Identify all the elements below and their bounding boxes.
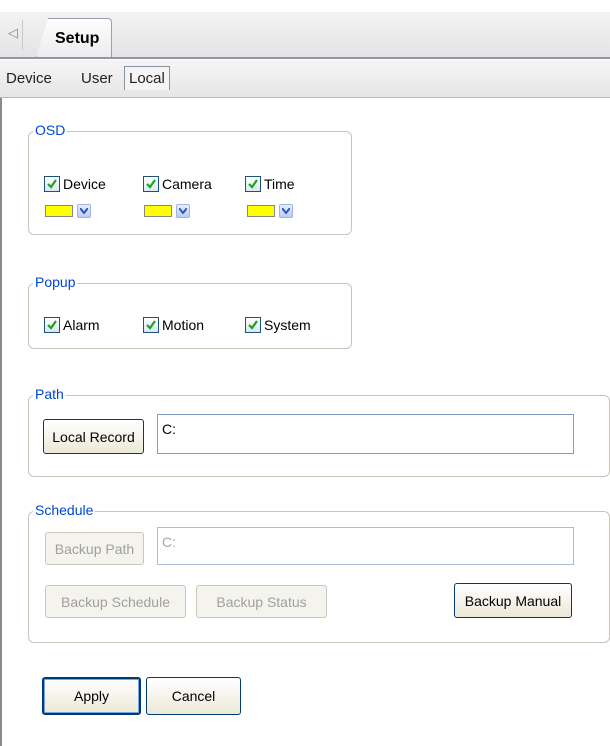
- tab-underline: [0, 57, 610, 59]
- osd-group: OSD Device Camera Time: [28, 122, 352, 235]
- chevron-down-icon: [176, 204, 190, 218]
- popup-motion-label: Motion: [162, 317, 205, 333]
- schedule-group-title: Schedule: [33, 502, 96, 518]
- osd-device-checkbox[interactable]: Device: [44, 176, 106, 192]
- subtab-user[interactable]: User: [81, 70, 113, 87]
- checkbox-checked-icon: [44, 317, 60, 333]
- osd-time-color-select[interactable]: [247, 203, 299, 219]
- divider: [22, 20, 23, 50]
- osd-time-label: Time: [264, 176, 295, 192]
- osd-camera-checkbox[interactable]: Camera: [143, 176, 212, 192]
- cancel-button[interactable]: Cancel: [146, 677, 241, 715]
- left-border: [0, 98, 2, 746]
- osd-device-color-select[interactable]: [45, 203, 97, 219]
- apply-button[interactable]: Apply: [42, 677, 141, 715]
- checkbox-checked-icon: [143, 176, 159, 192]
- local-record-button[interactable]: Local Record: [43, 419, 144, 454]
- color-swatch: [247, 205, 275, 217]
- osd-device-label: Device: [63, 176, 106, 192]
- path-group-title: Path: [33, 386, 66, 402]
- subtab-bar: Device User Local: [0, 60, 610, 98]
- tab-setup-label: Setup: [55, 30, 100, 47]
- osd-camera-color-select[interactable]: [144, 203, 196, 219]
- subtab-device[interactable]: Device: [6, 70, 52, 87]
- popup-group-title: Popup: [33, 274, 78, 290]
- top-tab-bar: ◁ Setup: [0, 12, 610, 59]
- chevron-down-icon: [77, 204, 91, 218]
- checkbox-checked-icon: [245, 176, 261, 192]
- color-swatch: [45, 205, 73, 217]
- chevron-down-icon: [279, 204, 293, 218]
- popup-alarm-label: Alarm: [63, 317, 100, 333]
- osd-time-checkbox[interactable]: Time: [245, 176, 295, 192]
- backup-status-button[interactable]: Backup Status: [196, 585, 327, 618]
- checkbox-checked-icon: [143, 317, 159, 333]
- tab-setup[interactable]: Setup: [36, 18, 112, 58]
- path-group: Path Local Record C:: [28, 386, 610, 477]
- local-record-path-field[interactable]: C:: [157, 414, 574, 454]
- popup-system-checkbox[interactable]: System: [245, 317, 311, 333]
- popup-alarm-checkbox[interactable]: Alarm: [44, 317, 100, 333]
- popup-group: Popup Alarm Motion System: [28, 274, 352, 349]
- backup-path-field[interactable]: C:: [157, 527, 574, 565]
- backup-manual-button[interactable]: Backup Manual: [454, 583, 572, 618]
- checkbox-checked-icon: [245, 317, 261, 333]
- osd-group-title: OSD: [33, 122, 68, 138]
- checkbox-checked-icon: [44, 176, 60, 192]
- popup-system-label: System: [264, 317, 311, 333]
- color-swatch: [144, 205, 172, 217]
- popup-motion-checkbox[interactable]: Motion: [143, 317, 204, 333]
- backup-schedule-button[interactable]: Backup Schedule: [45, 585, 186, 618]
- subtab-local[interactable]: Local: [124, 66, 170, 90]
- schedule-group: Schedule Backup Path C: Backup Schedule …: [28, 502, 610, 643]
- osd-camera-label: Camera: [162, 176, 212, 192]
- backup-path-button[interactable]: Backup Path: [45, 532, 144, 565]
- collapse-arrow-icon[interactable]: ◁: [8, 25, 18, 41]
